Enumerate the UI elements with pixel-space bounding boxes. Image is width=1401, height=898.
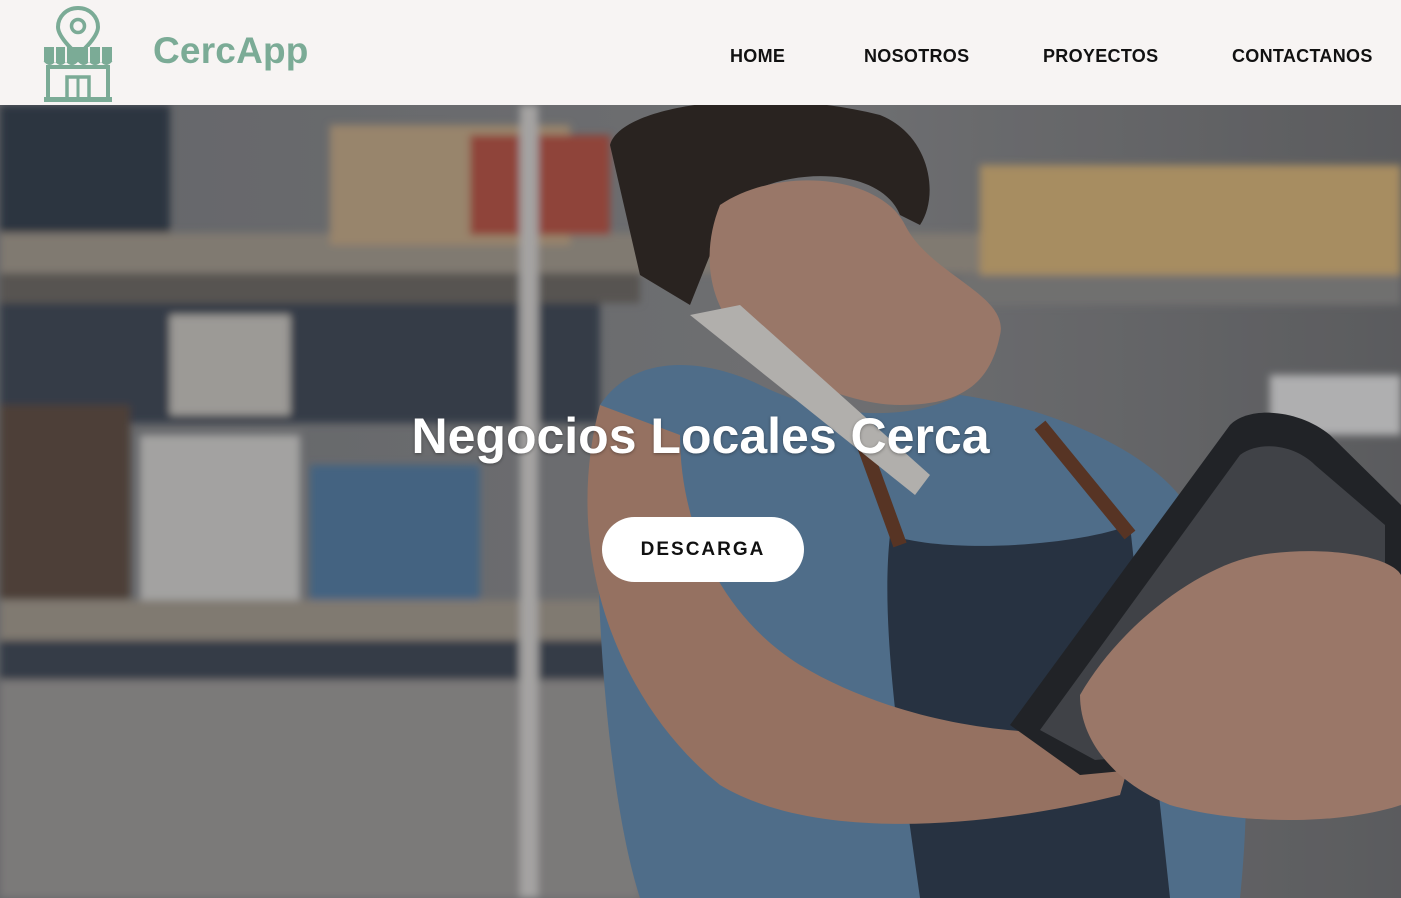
- storefront-location-pin-icon[interactable]: [40, 5, 116, 103]
- nav-home-link[interactable]: HOME: [730, 46, 785, 67]
- nav-proyectos-link[interactable]: PROYECTOS: [1043, 46, 1158, 67]
- nav-nosotros-link[interactable]: NOSOTROS: [864, 46, 969, 67]
- hero-title: Negocios Locales Cerca: [411, 408, 990, 464]
- nav-contactanos-link[interactable]: CONTACTANOS: [1232, 46, 1373, 67]
- hero-section: Negocios Locales Cerca DESCARGA: [0, 105, 1401, 898]
- brand-name[interactable]: CercApp: [153, 30, 309, 72]
- hero-dark-overlay: [0, 105, 1401, 898]
- download-button[interactable]: DESCARGA: [602, 517, 804, 582]
- top-navbar: CercApp HOME NOSOTROS PROYECTOS CONTACTA…: [0, 0, 1401, 105]
